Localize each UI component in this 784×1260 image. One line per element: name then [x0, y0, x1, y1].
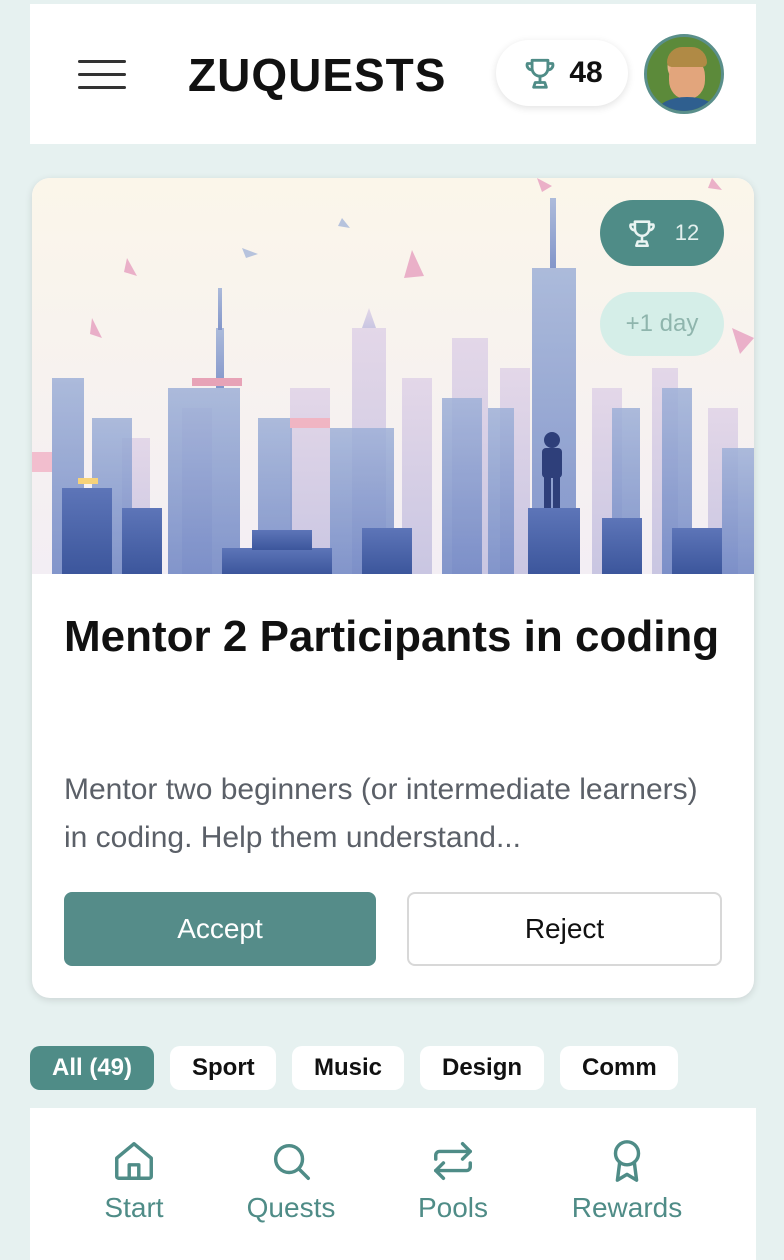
nav-label-rewards: Rewards: [571, 1192, 683, 1223]
filter-chip-all[interactable]: All (49): [30, 1046, 154, 1090]
trophy-count: 48: [569, 56, 603, 89]
category-filter-bar: All (49) Sport Music Design Comm: [30, 1046, 760, 1092]
nav-label-start: Start: [104, 1192, 164, 1223]
app-title: ZUQUESTS: [188, 49, 447, 101]
nav-item-rewards[interactable]: Rewards: [557, 1138, 697, 1228]
nav-item-quests[interactable]: Quests: [221, 1138, 361, 1228]
hamburger-menu-icon[interactable]: [78, 58, 128, 92]
quest-title: Mentor 2 Participants in coding: [64, 612, 720, 661]
bottom-navigation: Start Quests Pools Rewards: [30, 1108, 756, 1260]
reject-button[interactable]: Reject: [407, 892, 722, 966]
search-icon: [273, 1143, 310, 1180]
trophy-icon: [628, 220, 655, 248]
filter-chip-music[interactable]: Music: [292, 1046, 404, 1090]
nav-label-quests: Quests: [246, 1192, 336, 1223]
nav-item-start[interactable]: Start: [64, 1138, 204, 1228]
accept-button[interactable]: Accept: [64, 892, 376, 966]
filter-chip-sport[interactable]: Sport: [170, 1046, 276, 1090]
reward-points-badge: 12: [600, 200, 724, 266]
top-bar: ZUQUESTS 48: [30, 4, 756, 144]
swap-arrows-icon: [434, 1142, 472, 1180]
filter-chip-comm[interactable]: Comm: [560, 1046, 678, 1090]
user-avatar[interactable]: [644, 34, 724, 114]
filter-chip-design[interactable]: Design: [420, 1046, 544, 1090]
home-icon: [115, 1142, 153, 1180]
duration-badge: +1 day: [600, 292, 724, 356]
quest-description: Mentor two beginners (or intermediate le…: [64, 773, 698, 854]
quest-card: 12 +1 day Mentor 2 Participants in codin…: [32, 178, 754, 998]
award-ribbon-icon: [613, 1140, 641, 1182]
nav-item-pools[interactable]: Pools: [383, 1138, 523, 1228]
app-root: ZUQUESTS 48 12 +1 day Mentor 2 Participa…: [0, 0, 784, 1260]
reward-points-value: 12: [674, 220, 700, 245]
trophy-score-badge[interactable]: 48: [496, 40, 628, 106]
trophy-icon: [525, 58, 555, 89]
nav-label-pools: Pools: [417, 1192, 489, 1223]
